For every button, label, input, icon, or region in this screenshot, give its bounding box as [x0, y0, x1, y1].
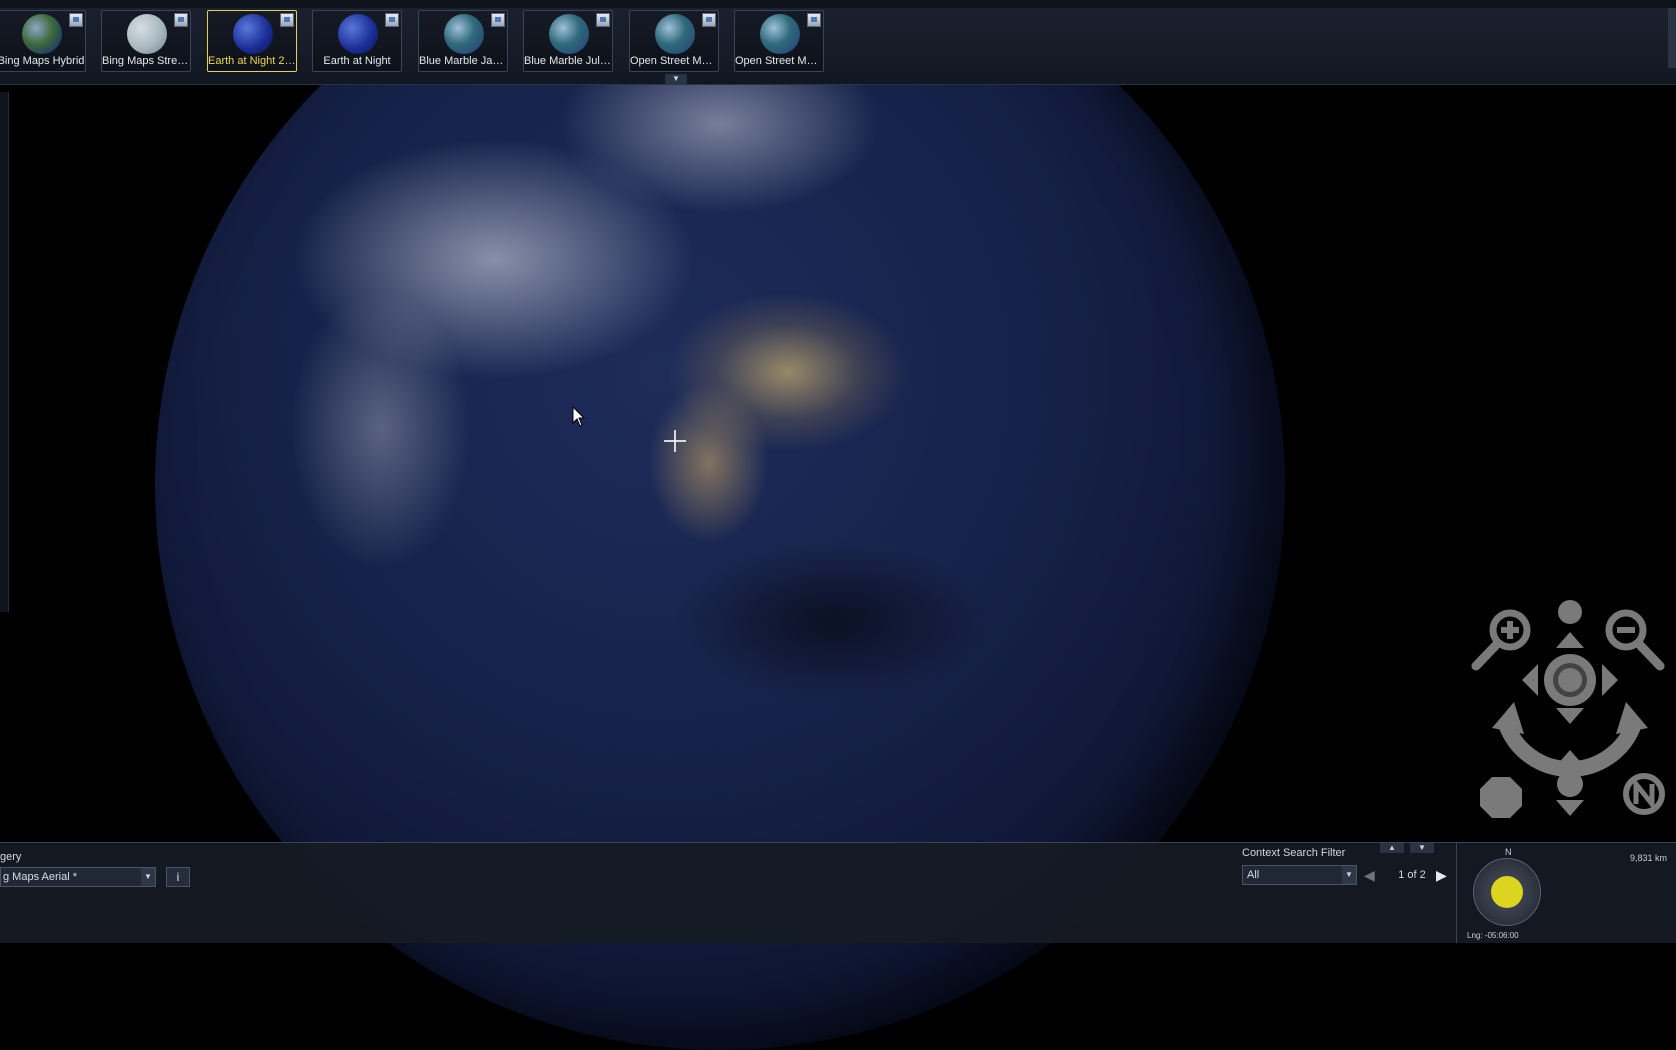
image-badge-icon	[702, 13, 716, 27]
ribbon-scrollbar[interactable]	[1668, 8, 1676, 68]
pan-right-arrow[interactable]	[1602, 664, 1618, 696]
chevron-down-icon[interactable]: ▼	[1342, 866, 1356, 884]
info-button[interactable]: i	[166, 867, 190, 887]
imagery-tile-label: Earth at Night	[323, 55, 391, 67]
page-up-button[interactable]: ▲	[1380, 843, 1404, 853]
compass-panel: N 9,831 km Lng: -05:06:00	[1456, 843, 1676, 943]
pan-up-arrow[interactable]	[1556, 632, 1584, 648]
imagery-tile-label: Open Street Map...	[735, 55, 823, 67]
compass-dial[interactable]	[1473, 858, 1541, 926]
left-panel-edge[interactable]	[0, 92, 9, 612]
tilt-down-arrow[interactable]	[1556, 800, 1584, 816]
imagery-label: gery	[0, 851, 22, 863]
imagery-tile-label: Earth at Night 20...	[208, 55, 296, 67]
imagery-tile[interactable]: Earth at Night	[312, 10, 402, 72]
pan-down-arrow[interactable]	[1556, 708, 1584, 724]
imagery-ribbon: Bing Maps Hybrid Bing Maps Streets Earth a…	[0, 0, 1676, 85]
navigation-control	[1471, 600, 1665, 818]
globe-thumbnail-icon	[444, 14, 484, 54]
tilt-handle-bottom[interactable]	[1557, 771, 1583, 797]
context-search-filter-label: Context Search Filter	[1242, 847, 1346, 859]
scale-readout: 9,831 km	[1629, 853, 1667, 863]
globe-thumbnail-icon	[338, 14, 378, 54]
image-badge-icon	[385, 13, 399, 27]
imagery-select[interactable]: g Maps Aerial * ▼	[0, 867, 156, 887]
imagery-tile-label: Bing Maps Hybrid	[0, 55, 85, 67]
context-search-filter-select[interactable]: All ▼	[1242, 865, 1357, 885]
image-badge-icon	[174, 13, 188, 27]
previous-page-button[interactable]: ◀	[1364, 867, 1375, 884]
globe-thumbnail-icon	[760, 14, 800, 54]
image-badge-icon	[491, 13, 505, 27]
imagery-tile[interactable]: Bing Maps Hybrid	[0, 10, 86, 72]
tilt-handle-top[interactable]	[1558, 600, 1582, 624]
globe-thumbnail-icon	[22, 14, 62, 54]
imagery-tile-label: Blue Marble July...	[524, 55, 612, 67]
context-search-filter-value: All	[1247, 869, 1260, 881]
globe-thumbnail-icon	[655, 14, 695, 54]
pan-left-arrow[interactable]	[1522, 664, 1538, 696]
imagery-tile-label: Blue Marble Janu...	[419, 55, 507, 67]
compass-north-label: N	[1505, 847, 1512, 857]
image-badge-icon	[807, 13, 821, 27]
mouse-cursor-icon	[572, 406, 586, 427]
page-indicator: 1 of 2	[1398, 869, 1426, 881]
globe-thumbnail-icon	[549, 14, 589, 54]
tilt-up-arrow[interactable]	[1556, 750, 1584, 766]
imagery-tile[interactable]: Blue Marble July...	[523, 10, 613, 72]
next-page-button[interactable]: ▶	[1436, 867, 1447, 884]
imagery-tile-label: Open Street Maps	[630, 55, 718, 67]
imagery-tile[interactable]: Bing Maps Streets	[101, 10, 191, 72]
imagery-tile-label: Bing Maps Streets	[102, 55, 190, 67]
ribbon-collapse-button[interactable]: ▼	[665, 74, 687, 84]
globe-thumbnail-icon	[127, 14, 167, 54]
page-down-button[interactable]: ▼	[1410, 843, 1434, 853]
chevron-down-icon[interactable]: ▼	[141, 868, 155, 886]
image-badge-icon	[280, 13, 294, 27]
bottom-panel: gery g Maps Aerial * ▼ i Context Search …	[0, 842, 1676, 943]
ribbon-top-strip	[0, 0, 1676, 8]
imagery-tile[interactable]: Open Street Map...	[734, 10, 824, 72]
stop-icon[interactable]	[1480, 777, 1522, 818]
imagery-tile[interactable]: Earth at Night 20...	[207, 10, 297, 72]
crosshair-icon	[664, 430, 686, 452]
longitude-readout: Lng: -05:06:00	[1467, 931, 1519, 940]
image-badge-icon	[596, 13, 610, 27]
imagery-select-value: g Maps Aerial *	[3, 871, 77, 883]
sun-indicator-icon	[1491, 876, 1523, 908]
north-reset-icon[interactable]	[1623, 773, 1665, 815]
imagery-tile[interactable]: Blue Marble Janu...	[418, 10, 508, 72]
imagery-tile[interactable]: Open Street Maps	[629, 10, 719, 72]
image-badge-icon	[69, 13, 83, 27]
zoom-out-icon[interactable]	[1605, 609, 1665, 671]
pan-center-button[interactable]	[1544, 654, 1596, 706]
zoom-in-icon[interactable]	[1471, 609, 1531, 671]
globe-thumbnail-icon	[233, 14, 273, 54]
